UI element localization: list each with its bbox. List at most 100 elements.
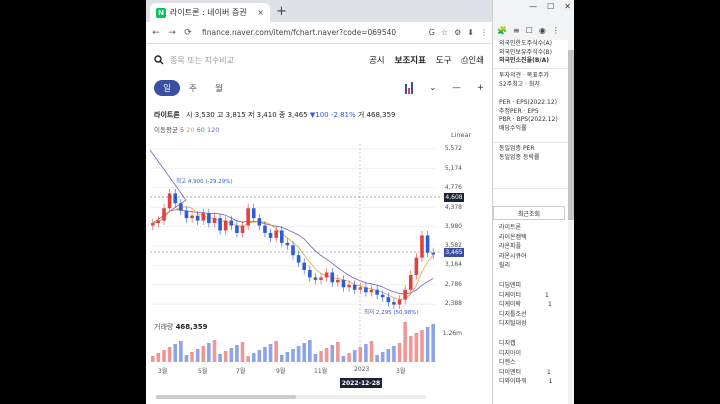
recent-item[interactable]: 릴리 xyxy=(499,261,527,271)
candle xyxy=(184,210,189,219)
settings-icon[interactable]: ⚙ xyxy=(454,28,461,37)
recent-item[interactable]: 디딤앤피 xyxy=(499,281,552,291)
volume-bar xyxy=(195,349,200,362)
recent-item[interactable]: 라이트론 xyxy=(499,223,527,233)
extensions-bar: 🧩 ≡ ☐ ◉ ⋮ xyxy=(497,26,560,35)
volume-bar xyxy=(246,356,250,362)
x-tick-label: 3월 xyxy=(396,368,406,375)
low-label: 저 xyxy=(247,111,255,119)
volume-bar xyxy=(364,344,368,362)
info-item[interactable]: 동일업종 PER xyxy=(499,145,540,154)
back-icon[interactable]: ← xyxy=(150,28,162,38)
volume-bar xyxy=(212,340,217,362)
print-label: 인쇄 xyxy=(468,56,484,66)
menu-icon[interactable]: ⋮ xyxy=(480,28,488,37)
recent-item[interactable]: 디지아이 xyxy=(499,349,552,359)
vertical-scrollbar[interactable] xyxy=(568,40,574,404)
search-icon[interactable] xyxy=(154,55,164,65)
tab-week[interactable]: 주 xyxy=(180,80,206,96)
candle xyxy=(341,279,346,288)
volume-bar xyxy=(386,349,391,362)
info-item[interactable]: 투자의견 · 목표주가 xyxy=(499,72,549,81)
recent-item[interactable]: 라이온켐텍 xyxy=(499,233,527,243)
recent-item[interactable]: 디젠스 xyxy=(499,358,552,368)
info-item: 외국인소진율(B/A) xyxy=(499,57,550,64)
tab-day[interactable]: 일 xyxy=(154,80,180,96)
disclosure-link[interactable]: 공시 xyxy=(369,54,385,66)
profile-avatar-icon[interactable]: ◉ xyxy=(539,26,546,35)
browser-tab[interactable]: N 라이트론 : 네이버 증권 × xyxy=(150,3,270,22)
reading-list-icon[interactable]: ≡ xyxy=(513,26,520,35)
menu-icon[interactable]: ⋮ xyxy=(552,26,560,35)
reload-icon[interactable]: ⟳ xyxy=(182,28,194,38)
stock-search-input[interactable]: 종목 또는 지수비교 xyxy=(170,55,234,66)
close-icon[interactable]: ✕ xyxy=(564,2,571,11)
candle xyxy=(324,272,329,278)
y-tick-label: 3,980 xyxy=(444,223,462,230)
new-tab-button[interactable]: + xyxy=(276,4,287,19)
volume-bar xyxy=(302,343,307,362)
download-icon[interactable]: ⬇ xyxy=(467,28,474,37)
candle xyxy=(268,232,273,238)
volume-bar xyxy=(324,348,329,362)
recent-item[interactable]: 디이엔티 1 xyxy=(499,368,552,378)
candlestick-icon[interactable] xyxy=(405,82,414,94)
recent-item[interactable]: 디와이파워 1 xyxy=(499,377,552,387)
volume-bar xyxy=(296,346,301,362)
tab-strip: N 라이트론 : 네이버 증권 × + xyxy=(146,0,492,22)
volume-bar xyxy=(336,342,340,362)
tab-close-button[interactable]: × xyxy=(257,8,264,17)
sidepanel-icon[interactable]: ☐ xyxy=(526,26,533,35)
candle xyxy=(240,225,245,233)
candle xyxy=(313,277,318,280)
x-tick-label: 11월 xyxy=(314,368,328,375)
candle xyxy=(156,220,161,224)
recent-views-tab[interactable]: 최근조회 xyxy=(493,206,565,220)
indicators-link[interactable]: 보조지표 xyxy=(395,54,426,66)
close-value: 3,465 xyxy=(287,111,308,119)
volume-bar xyxy=(167,347,172,362)
print-link[interactable]: ⎙인쇄 xyxy=(462,54,484,66)
tools-link[interactable]: 도구 xyxy=(436,54,452,66)
recent-item[interactable]: 디지틀조선 xyxy=(499,310,552,320)
zoom-out-button[interactable]: — xyxy=(452,83,461,93)
candle xyxy=(386,297,391,303)
info-item[interactable]: 추정PER · EPS xyxy=(499,108,558,117)
recent-item[interactable]: 라온시큐어 xyxy=(499,252,527,262)
info-item[interactable]: 배당수익률 xyxy=(499,125,558,134)
scale-selector[interactable]: Linear xyxy=(451,131,471,139)
recent-item[interactable]: 디케이락 1 xyxy=(499,300,552,310)
horizontal-scrollbar[interactable] xyxy=(156,395,426,399)
info-item[interactable]: PBR · BPS(2022.12) xyxy=(499,116,558,125)
recent-item[interactable]: 디지캡 xyxy=(499,339,552,349)
chevron-down-icon[interactable]: ⌄ xyxy=(429,83,436,93)
volume-bar xyxy=(184,355,189,362)
volume-bar xyxy=(330,345,335,362)
info-item[interactable]: 동일업종 등락률 xyxy=(499,154,540,163)
volume-bar xyxy=(285,352,290,362)
scroll-thumb[interactable] xyxy=(156,395,296,399)
url-field[interactable]: finance.naver.com/item/fchart.naver?code… xyxy=(202,28,396,37)
bookmark-star-icon[interactable]: ☆ xyxy=(441,28,448,37)
recent-item[interactable]: 라온피플 xyxy=(499,242,527,252)
high-value: 3,815 xyxy=(225,111,246,119)
recent-item[interactable]: 디케이티 1 xyxy=(499,291,552,301)
extensions-icon[interactable]: 🧩 xyxy=(497,26,507,35)
maximize-icon[interactable]: ☐ xyxy=(547,2,554,11)
volume-bar xyxy=(279,355,284,362)
moving-average-legend[interactable]: 이동평균 5 20 60 120 xyxy=(154,124,219,134)
tab-month[interactable]: 월 xyxy=(206,80,232,96)
zoom-in-button[interactable]: + xyxy=(477,83,484,93)
info-item[interactable]: PER · EPS(2022.12) xyxy=(499,99,558,108)
minimize-icon[interactable]: — xyxy=(529,2,537,11)
sector-list: 동일업종 PER 동일업종 등락률 xyxy=(499,145,540,162)
scroll-thumb[interactable] xyxy=(568,50,574,220)
price-chart[interactable]: 5,572 5,174 4,776 4,378 3,980 3,582 3,18… xyxy=(146,140,492,390)
volume-label: 거 xyxy=(357,111,365,119)
recent-item[interactable]: 디지털대성 xyxy=(499,319,552,329)
google-lens-icon[interactable]: G xyxy=(429,28,435,37)
candle xyxy=(190,215,194,219)
candle xyxy=(285,242,290,246)
forward-icon[interactable]: → xyxy=(166,28,178,38)
candle xyxy=(235,225,239,233)
